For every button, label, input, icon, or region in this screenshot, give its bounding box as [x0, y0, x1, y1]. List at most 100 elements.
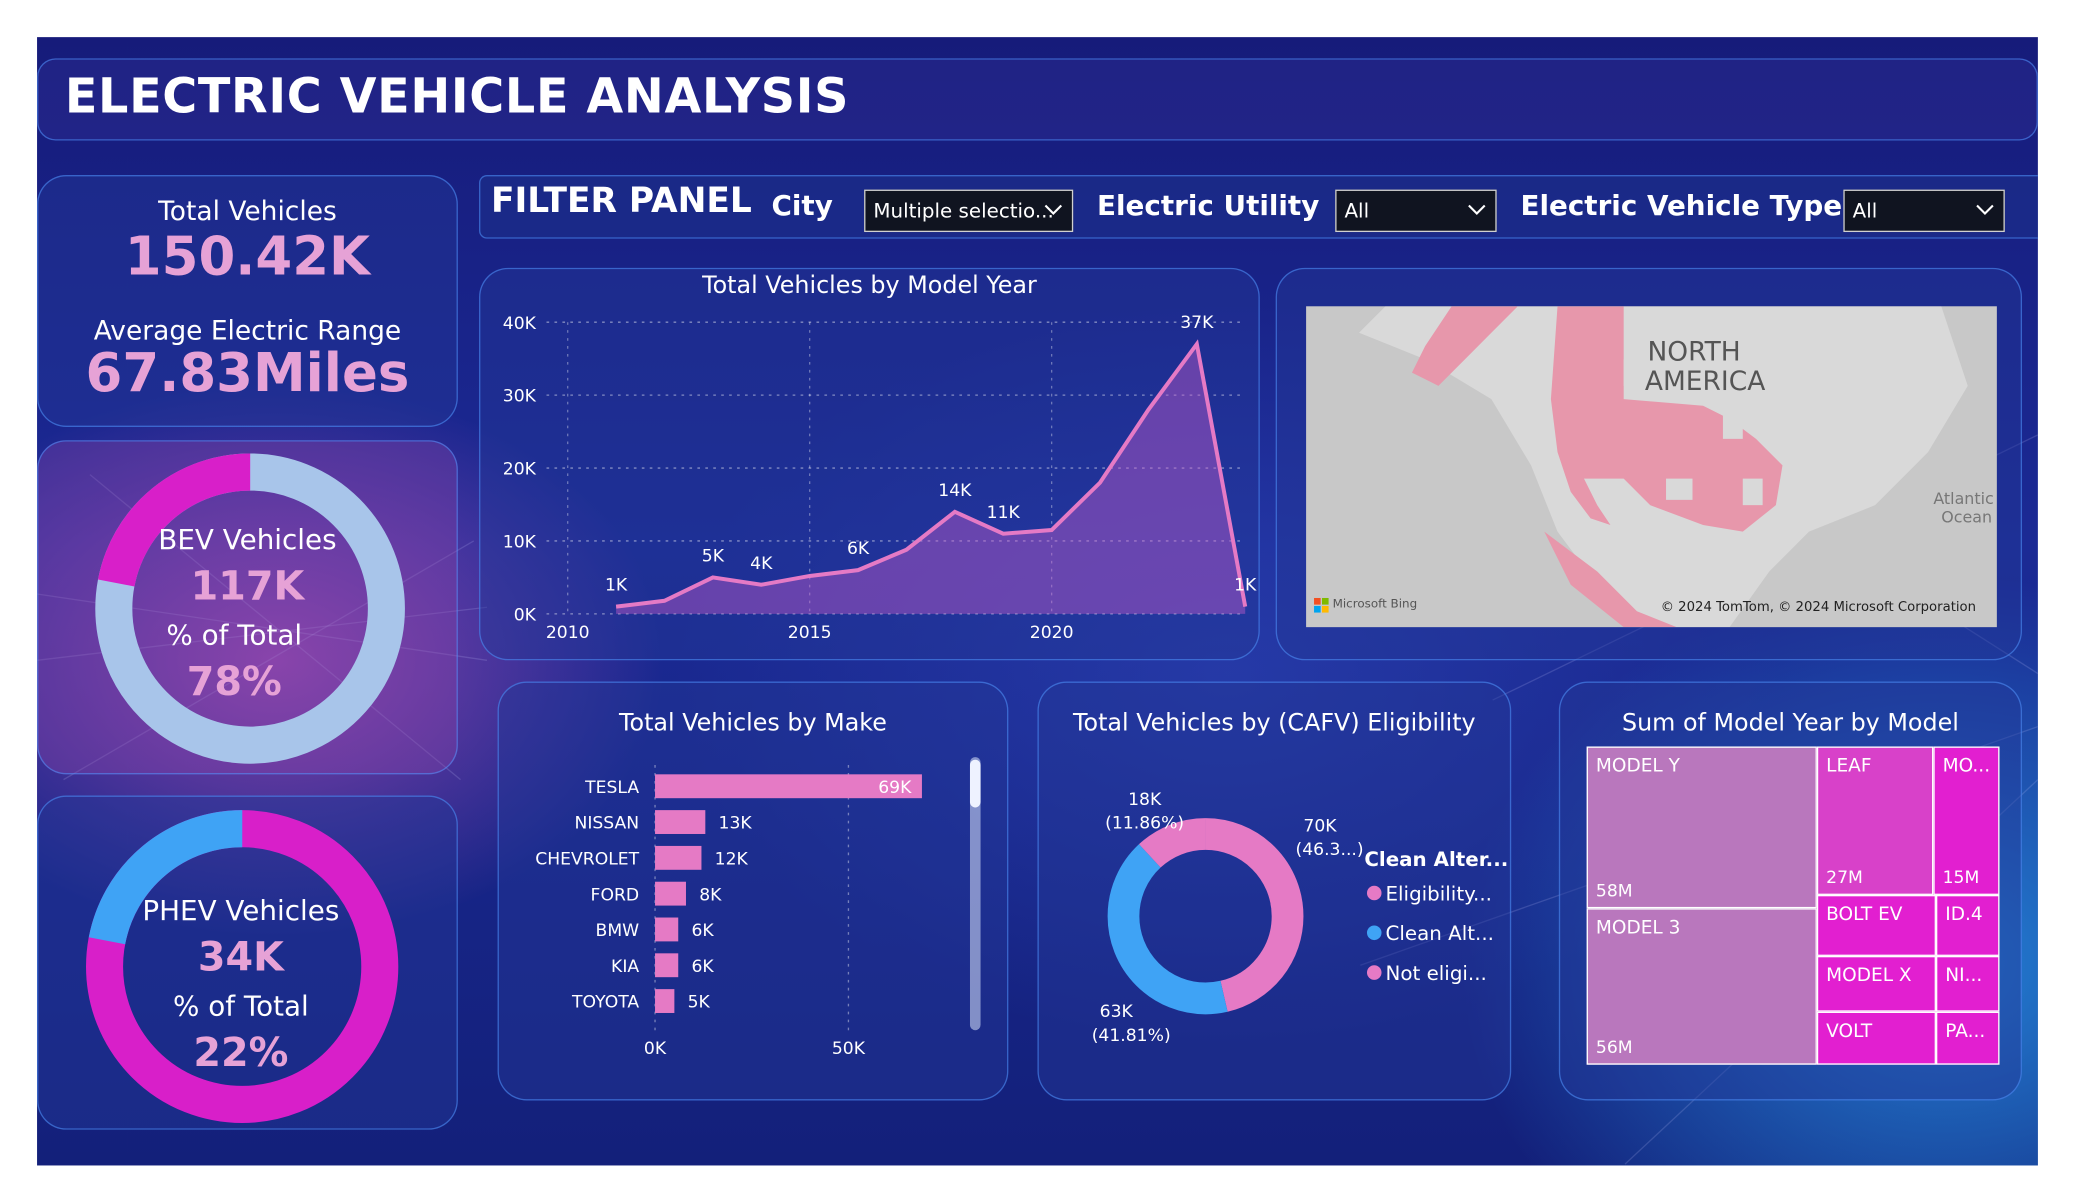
treemap-tile-name: MODEL Y — [1595, 755, 1680, 777]
legend-item-not-eligible[interactable]: Not eligi... — [1366, 961, 1487, 985]
make-chart-scroll-thumb[interactable] — [969, 759, 981, 808]
bev-pct: 78% — [186, 658, 282, 706]
bar — [655, 953, 679, 978]
legend-item-eligible[interactable]: Eligibility... — [1366, 881, 1492, 906]
data-label: 14K — [938, 481, 972, 501]
treemap-tile-name: NI... — [1945, 965, 1983, 987]
category-label: KIA — [611, 957, 639, 977]
legend-label-eligible: Eligibility... — [1385, 881, 1492, 906]
phev-pct-label: % of Total — [172, 990, 309, 1023]
map-label-atlantic: Atlantic — [1933, 489, 1994, 508]
page-title: ELECTRIC VEHICLE ANALYSIS — [64, 70, 850, 125]
make-chart-scrollbar[interactable] — [969, 757, 981, 1031]
data-label: 6K — [691, 957, 714, 977]
data-label-pct: (11.86%) — [1105, 814, 1184, 834]
treemap-tile[interactable]: MO... 15M — [1933, 746, 2000, 895]
make-bar-chart: 0K 50K TESLA 69K NISSAN 13K CHEVROLET 12K FORD 8K… — [535, 765, 922, 1059]
legend-dot-icon — [1366, 925, 1382, 941]
utility-dropdown[interactable]: All — [1335, 189, 1497, 233]
y-tick-label: 30K — [503, 387, 537, 407]
data-label: 4K — [750, 554, 773, 574]
avg-range-value: 67.83Miles — [85, 343, 410, 405]
chevron-down-icon — [1468, 204, 1486, 215]
x-tick-label: 2015 — [788, 623, 832, 643]
dashboard-canvas: ELECTRIC VEHICLE ANALYSIS Total Vehicles… — [37, 37, 2038, 1166]
x-tick-label: 2020 — [1030, 623, 1074, 643]
treemap-tile[interactable]: MODEL 3 56M — [1586, 908, 1817, 1065]
treemap-tile[interactable]: MODEL X — [1816, 955, 1936, 1012]
treemap-tile-name: BOLT EV — [1826, 904, 1903, 926]
bing-logo-icon — [1314, 597, 1329, 613]
treemap-tile[interactable]: MODEL Y 58M — [1586, 746, 1817, 909]
filter-panel-title: FILTER PANEL — [490, 181, 752, 222]
treemap-tile[interactable]: LEAF 27M — [1816, 746, 1934, 895]
avg-range-label: Average Electric Range — [93, 314, 402, 347]
data-label: 6K — [691, 921, 714, 941]
bar — [655, 917, 679, 942]
treemap-tile-value: 15M — [1942, 868, 1980, 889]
category-label: NISSAN — [574, 814, 639, 834]
x-tick-label: 50K — [832, 1039, 866, 1059]
total-vehicles-label: Total Vehicles — [158, 194, 337, 227]
data-label: 1K — [1234, 576, 1257, 596]
bev-label: BEV Vehicles — [158, 523, 337, 556]
bev-value: 117K — [190, 563, 305, 610]
treemap-card: Sum of Model Year by Model MODEL Y 58M M… — [1558, 681, 2023, 1101]
ev-types-dropdown[interactable]: All — [1843, 189, 2005, 233]
treemap-tile-name: ID.4 — [1945, 904, 1983, 926]
map-card: NORTH AMERICA Atlantic Ocean Microsoft B… — [1275, 267, 2023, 661]
treemap-tile-name: LEAF — [1826, 755, 1872, 777]
category-label: FORD — [591, 885, 640, 905]
legend-item-clean-alt[interactable]: Clean Alt... — [1366, 922, 1494, 945]
bev-pct-label: % of Total — [166, 619, 303, 652]
treemap-tile-value: 58M — [1595, 881, 1633, 902]
header-bar: ELECTRIC VEHICLE ANALYSIS — [37, 58, 2038, 141]
data-label: 69K — [878, 778, 912, 798]
ev-types-filter-label: Electric Vehicle Types — [1520, 189, 1859, 222]
treemap-tile-name: MODEL X — [1826, 965, 1912, 987]
data-label: 8K — [699, 885, 722, 905]
chevron-down-icon — [1044, 204, 1063, 215]
bar — [655, 881, 686, 906]
bar — [655, 810, 706, 834]
treemap-tile[interactable]: ID.4 — [1935, 894, 2000, 956]
map-label-north: NORTH — [1647, 335, 1741, 368]
map-copyright: © 2024 TomTom, © 2024 Microsoft Corporat… — [1660, 600, 1977, 616]
total-vehicles-value: 150.42K — [124, 226, 371, 288]
y-tick-label: 10K — [503, 533, 537, 553]
category-label: CHEVROLET — [535, 849, 639, 869]
legend-dot-icon — [1366, 965, 1382, 980]
treemap-tile[interactable]: VOLT — [1816, 1011, 1936, 1065]
data-label: 13K — [719, 814, 753, 834]
treemap-tile[interactable]: NI... — [1935, 955, 2000, 1012]
model-year-chart-card: Total Vehicles by Model Year 0K 10K 20K 30K… — [479, 267, 1260, 661]
treemap-tile[interactable]: BOLT EV — [1816, 894, 1936, 956]
treemap-tile-value: 27M — [1826, 868, 1863, 889]
data-label-pct: (41.81%) — [1092, 1026, 1171, 1046]
treemap-tile-name: VOLT — [1826, 1020, 1873, 1043]
utility-dropdown-value: All — [1344, 198, 1370, 223]
bar — [655, 845, 702, 870]
phev-pct: 22% — [193, 1030, 289, 1077]
filter-panel: FILTER PANEL City Multiple selectio... E… — [479, 175, 2038, 239]
treemap-tile-name: MO... — [1942, 755, 1991, 777]
model-year-area-chart: 0K 10K 20K 30K 40K 2010 2015 2020 1K 5K 4K 6K 14K 11K… — [503, 313, 1257, 643]
city-filter-label: City — [771, 189, 833, 222]
data-label: 12K — [715, 849, 749, 869]
data-label: 70K — [1303, 816, 1337, 836]
bar — [655, 989, 675, 1013]
data-label: 5K — [702, 547, 725, 567]
x-tick-label: 2010 — [546, 623, 590, 643]
map-view[interactable]: NORTH AMERICA Atlantic Ocean Microsoft B… — [1306, 306, 1997, 628]
category-label: BMW — [596, 921, 640, 941]
data-label: 18K — [1128, 790, 1162, 810]
area-fill — [616, 344, 1246, 614]
y-tick-label: 40K — [503, 314, 537, 334]
make-chart-card: Total Vehicles by Make 0K 50K TESLA 69K NISS… — [497, 681, 1009, 1101]
chevron-down-icon — [1976, 204, 1994, 215]
map-label-america: AMERICA — [1644, 364, 1766, 397]
treemap-tile[interactable]: PA... — [1935, 1011, 2000, 1065]
cafv-chart-card: Total Vehicles by (CAFV) Eligibility 70K… — [1037, 681, 1512, 1101]
city-dropdown[interactable]: Multiple selectio... — [864, 189, 1074, 233]
ev-types-dropdown-value: All — [1852, 198, 1878, 223]
